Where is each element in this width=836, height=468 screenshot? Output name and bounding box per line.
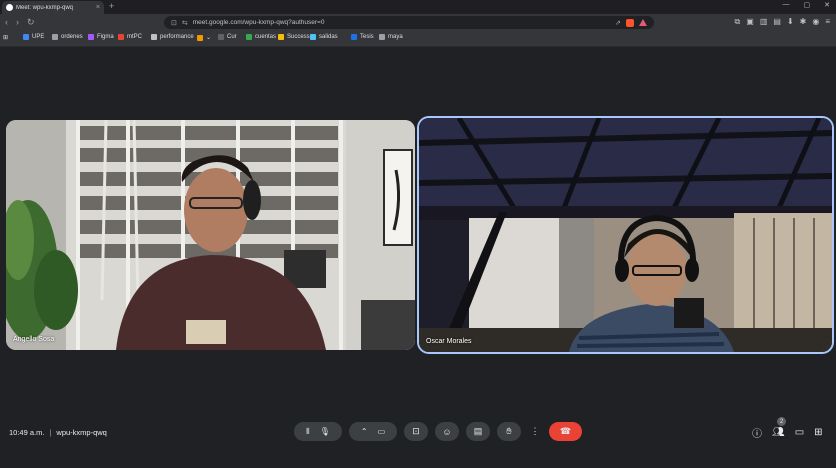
chat-icon: ▭ xyxy=(794,427,805,438)
info-icon: ⓘ xyxy=(752,429,762,440)
bookmark-item[interactable]: UPE xyxy=(23,34,44,40)
people-count-badge: 2 xyxy=(777,417,786,426)
menu-icon[interactable]: ≡ xyxy=(825,17,830,27)
bookmark-favicon-icon xyxy=(278,34,284,40)
bookmark-item[interactable]: performance xyxy=(151,34,194,40)
meeting-info-button[interactable]: ⓘ xyxy=(752,425,762,440)
bookmark-favicon-icon xyxy=(151,34,157,40)
activities-button[interactable]: ⊞ xyxy=(814,427,822,438)
bookmark-item[interactable]: ordenes xyxy=(52,34,83,40)
chat-button[interactable]: ▭ xyxy=(795,427,804,438)
bookmark-item[interactable]: Cur xyxy=(218,34,237,40)
bookmark-favicon-icon xyxy=(310,34,316,40)
captions-button[interactable]: ▤ xyxy=(466,422,490,441)
chevron-up-icon[interactable]: ⌃ xyxy=(361,427,368,436)
tab-title: Meet: wpu-kxmp-qwq xyxy=(16,4,74,11)
bookmark-item[interactable]: salidas xyxy=(310,34,338,40)
browser-toolbar: ‹ › ↻ ⊡ ⇆ meet.google.com/wpu-kxmp-qwq?a… xyxy=(0,14,836,32)
meeting-time: 10:49 a.m. xyxy=(9,428,45,437)
meeting-separator: | xyxy=(49,428,52,437)
url-text[interactable]: meet.google.com/wpu-kxmp-qwq?authuser=0 xyxy=(193,19,610,26)
end-call-icon: ☎︎ xyxy=(559,426,572,436)
bookmark-favicon-icon xyxy=(351,34,357,40)
microphone-button[interactable]: ⦀ 🎙︎ xyxy=(294,422,342,441)
sidebar-icon[interactable]: ▥ xyxy=(760,17,768,27)
bookmark-item[interactable]: cuentas xyxy=(246,34,276,40)
bookmark-item[interactable]: mtPC xyxy=(118,34,142,40)
bookmark-favicon-icon xyxy=(88,34,94,40)
emoji-icon: ☺ xyxy=(442,426,452,437)
participant-video xyxy=(419,118,832,352)
address-bar[interactable]: ⊡ ⇆ meet.google.com/wpu-kxmp-qwq?authuse… xyxy=(164,16,654,29)
reading-list-icon[interactable]: ▤ xyxy=(773,17,781,27)
meeting-code[interactable]: wpu-kxmp-qwq xyxy=(56,428,106,437)
leo-icon[interactable]: ✱ xyxy=(800,17,807,27)
bookmark-favicon-icon xyxy=(118,34,124,40)
meeting-details: 10:49 a.m. | wpu-kxmp-qwq xyxy=(9,428,107,437)
participant-tile-active-speaker[interactable]: Oscar Morales xyxy=(419,118,832,352)
side-panel-controls: ⓘ 👥︎ 2 ▭ ⊞ xyxy=(752,417,823,440)
brave-rewards-icon[interactable] xyxy=(639,19,647,26)
participant-video xyxy=(6,120,415,350)
people-icon: 👥︎ xyxy=(772,427,785,438)
wallet-icon[interactable]: ◉ xyxy=(812,17,819,27)
participant-name: Oscar Morales xyxy=(426,338,472,345)
bookmark-star-icon[interactable]: ⊡ xyxy=(171,19,177,27)
brave-shield-icon[interactable] xyxy=(626,18,634,27)
mic-icon: 🎙︎ xyxy=(319,427,330,436)
bookmarks-bar: ⊞ UPE ordenes Figma mtPC performance ⌄ C… xyxy=(0,32,836,47)
tab-strip: Meet: wpu-kxmp-qwq × + — ▢ ✕ xyxy=(0,0,836,14)
bookmark-favicon-icon xyxy=(52,34,58,40)
raise-hand-icon: ✋︎ xyxy=(506,426,512,436)
audio-visualizer-icon: ⦀ xyxy=(306,426,310,436)
browser-tab[interactable]: Meet: wpu-kxmp-qwq × xyxy=(2,1,104,14)
navigation-buttons: ‹ › ↻ xyxy=(5,17,35,28)
people-button[interactable]: 👥︎ 2 xyxy=(772,417,786,438)
bookmark-favicon-icon xyxy=(218,34,224,40)
screenshot-icon[interactable]: ▣ xyxy=(746,17,754,27)
site-settings-icon[interactable]: ⇆ xyxy=(182,19,188,27)
reload-icon[interactable]: ↻ xyxy=(27,17,35,28)
bookmark-favicon-icon xyxy=(197,34,203,41)
more-options-icon: ⋮ xyxy=(530,426,540,436)
bookmark-favicon-icon xyxy=(379,34,385,40)
more-options-button[interactable]: ⋮ xyxy=(528,422,542,441)
end-call-button[interactable]: ☎︎ xyxy=(549,422,582,441)
meet-favicon-icon xyxy=(6,4,13,11)
bookmark-favicon-icon xyxy=(23,34,29,40)
close-window-icon[interactable]: ✕ xyxy=(824,1,830,9)
bookmark-favicon-icon xyxy=(246,34,252,40)
bookmark-item[interactable]: ⌄ xyxy=(197,34,211,41)
extensions-icon[interactable]: ⧉ xyxy=(735,17,741,27)
emoji-button[interactable]: ☺ xyxy=(435,422,459,441)
raise-hand-button[interactable]: ✋︎ xyxy=(497,422,521,441)
tab-close-icon[interactable]: × xyxy=(96,4,100,11)
back-icon[interactable]: ‹ xyxy=(5,17,8,28)
share-icon[interactable]: ⇗ xyxy=(615,19,621,27)
camera-button[interactable]: ⌃ ▭ xyxy=(349,422,397,441)
call-controls: ⦀ 🎙︎ ⌃ ▭ ⊡ ☺ ▤ ✋︎ ⋮ ☎︎ xyxy=(294,422,582,441)
camera-icon: ▭ xyxy=(377,427,386,436)
minimize-icon[interactable]: — xyxy=(783,1,790,9)
downloads-icon[interactable]: ⬇ xyxy=(787,17,794,27)
activities-icon: ⊞ xyxy=(814,427,823,438)
present-button[interactable]: ⊡ xyxy=(404,422,428,441)
participant-tile[interactable]: Angello Sosa xyxy=(6,120,415,350)
forward-icon[interactable]: › xyxy=(16,17,19,28)
bookmark-item[interactable]: Success xyxy=(278,34,310,40)
meeting-stage: Angello Sosa Oscar Morales 10:49 a.m. | … xyxy=(0,47,836,468)
new-tab-button[interactable]: + xyxy=(109,1,114,11)
bookmark-item[interactable]: Tesis xyxy=(351,34,374,40)
extension-toolbar: ⧉ ▣ ▥ ▤ ⬇ ✱ ◉ ≡ xyxy=(735,17,830,27)
bookmark-item[interactable]: Figma xyxy=(88,34,114,40)
present-icon: ⊡ xyxy=(412,426,420,436)
captions-icon: ▤ xyxy=(473,426,483,436)
maximize-icon[interactable]: ▢ xyxy=(804,1,811,9)
window-controls: — ▢ ✕ xyxy=(783,1,831,9)
apps-icon[interactable]: ⊞ xyxy=(3,34,8,41)
bookmark-item[interactable]: maya xyxy=(379,34,403,40)
participant-name: Angello Sosa xyxy=(13,336,55,343)
